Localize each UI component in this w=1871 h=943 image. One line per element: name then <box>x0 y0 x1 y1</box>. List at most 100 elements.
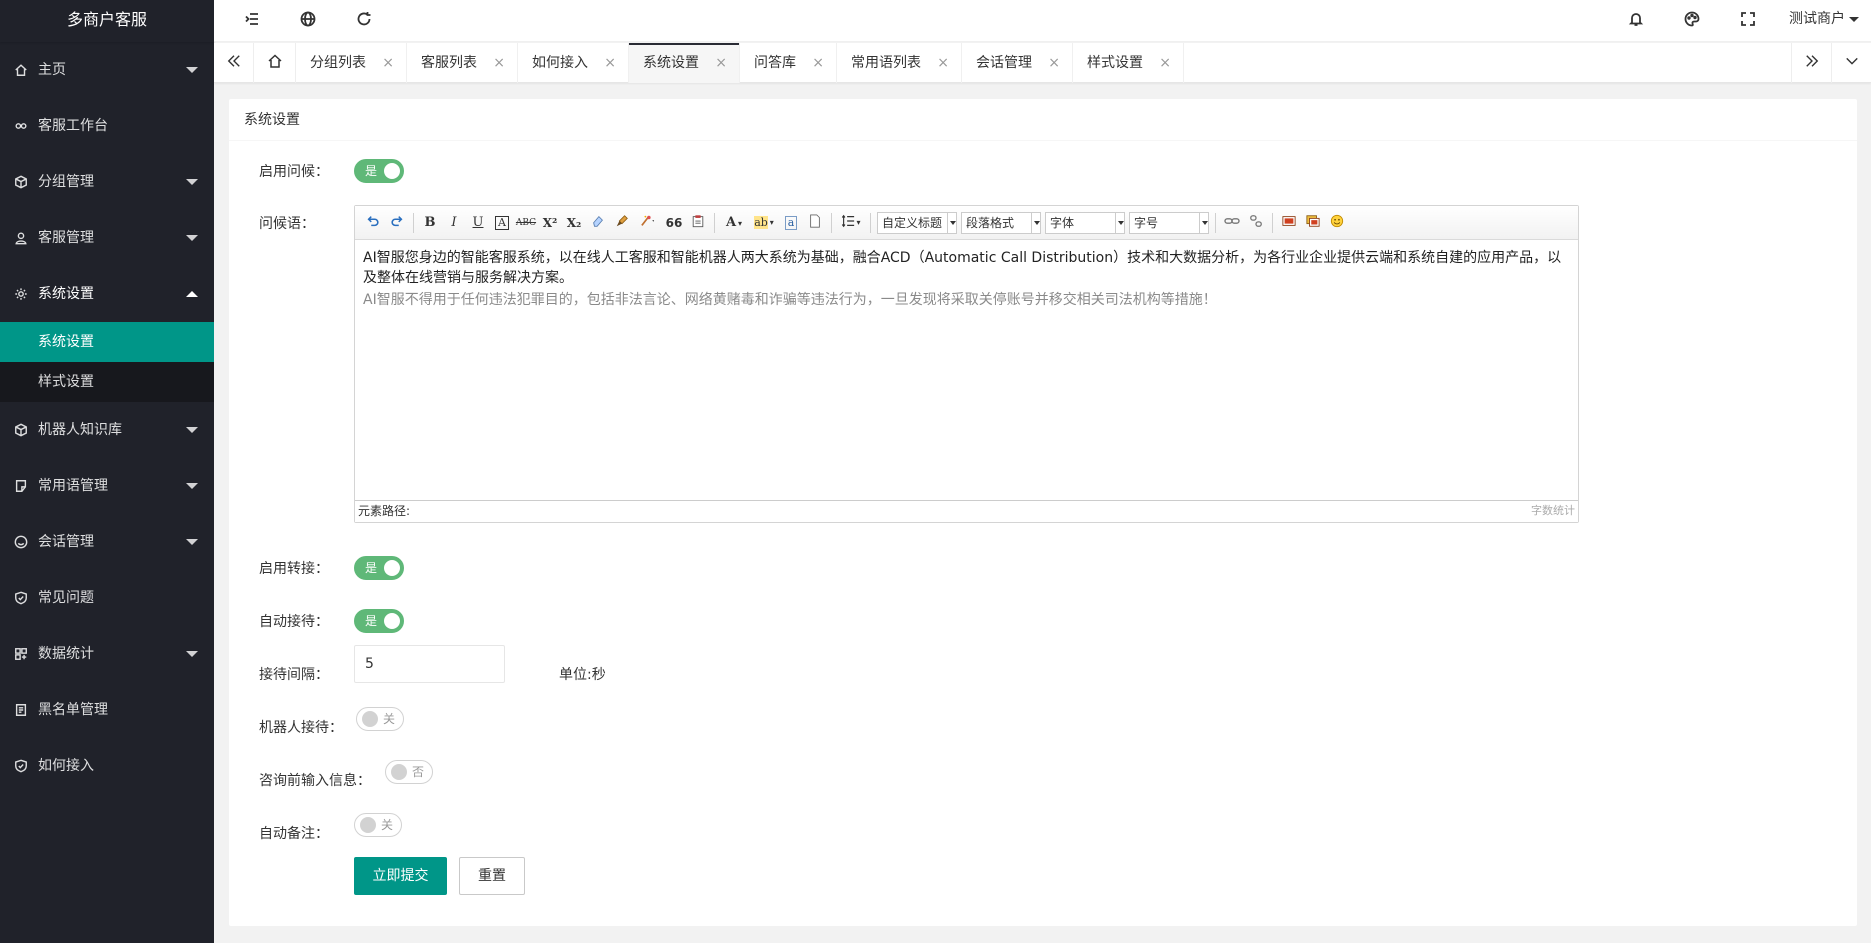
undo-button[interactable] <box>362 212 384 234</box>
eraser-icon <box>591 214 605 232</box>
tab-group-list[interactable]: 分组列表 × <box>296 43 407 83</box>
close-icon[interactable]: × <box>604 43 616 83</box>
pre-consult-info-label: 咨询前输入信息： <box>259 773 371 789</box>
paste-text-button[interactable] <box>687 212 709 234</box>
font-family-select[interactable]: 字体 <box>1045 211 1125 234</box>
tab-agent-list[interactable]: 客服列表 × <box>407 43 518 83</box>
submenu-item-style-settings[interactable]: 样式设置 <box>0 362 214 402</box>
user-menu[interactable]: 测试商户 <box>1779 0 1871 42</box>
strikethrough-button[interactable]: ABC <box>515 212 537 234</box>
transfer-enable-switch[interactable]: 是 <box>354 556 404 580</box>
sidebar-item-settings[interactable]: 系统设置 <box>0 266 214 322</box>
auto-note-label: 自动备注： <box>259 826 329 842</box>
close-icon[interactable]: × <box>493 43 505 83</box>
robot-reception-label: 机器人接待： <box>259 720 343 736</box>
sidebar-item-groups[interactable]: 分组管理 <box>0 154 214 210</box>
sidebar-item-phrases[interactable]: 常用语管理 <box>0 458 214 514</box>
sidebar-item-blacklist[interactable]: 黑名单管理 <box>0 682 214 738</box>
superscript-button[interactable]: X² <box>539 212 561 234</box>
auto-typeset-button[interactable] <box>635 212 661 234</box>
subscript-button[interactable]: X₂ <box>563 212 585 234</box>
caret-down-icon: ▾ <box>769 218 774 227</box>
refresh-button[interactable] <box>342 0 386 42</box>
pre-consult-info-switch[interactable]: 否 <box>385 760 433 784</box>
auto-note-switch[interactable]: 关 <box>354 813 402 837</box>
underline-button[interactable]: U <box>467 212 489 234</box>
website-button[interactable] <box>286 0 330 42</box>
tab-qa-library[interactable]: 问答库 × <box>740 43 837 83</box>
greet-enable-switch[interactable]: 是 <box>354 159 404 183</box>
line-height-button[interactable]: ▾ <box>837 212 865 234</box>
tabs-dropdown-button[interactable] <box>1831 43 1871 83</box>
robot-reception-switch[interactable]: 关 <box>356 707 404 731</box>
interval-input[interactable]: 5 <box>354 645 505 683</box>
blockquote-button[interactable]: 66 <box>663 212 685 234</box>
sidebar-item-agents[interactable]: 客服管理 <box>0 210 214 266</box>
format-painter-button[interactable] <box>611 212 633 234</box>
close-icon[interactable]: × <box>715 43 727 83</box>
redo-button[interactable] <box>386 212 408 234</box>
tab-system-settings[interactable]: 系统设置 × <box>629 43 740 83</box>
tab-session-manage[interactable]: 会话管理 × <box>962 43 1073 83</box>
italic-button[interactable]: I <box>443 212 465 234</box>
close-icon[interactable]: × <box>1159 43 1171 83</box>
tab-phrase-list[interactable]: 常用语列表 × <box>837 43 962 83</box>
emoticon-button[interactable] <box>1326 212 1348 234</box>
sidebar-menu: 主页 客服工作台 分组管理 客服管理 系统设置 <box>0 42 214 322</box>
paragraph-format-select[interactable]: 段落格式 <box>961 211 1041 234</box>
sidebar-item-home[interactable]: 主页 <box>0 42 214 98</box>
reset-button[interactable]: 重置 <box>459 857 525 895</box>
auto-type-button[interactable]: a <box>780 212 802 234</box>
close-icon[interactable]: × <box>812 43 824 83</box>
auto-reception-label: 自动接待： <box>259 614 329 630</box>
close-icon[interactable]: × <box>1048 43 1060 83</box>
tab-home[interactable] <box>254 43 296 83</box>
close-icon[interactable]: × <box>937 43 949 83</box>
tabs-scroll-right-button[interactable] <box>1791 43 1831 83</box>
sidebar-item-howto[interactable]: 如何接入 <box>0 738 214 794</box>
sidebar-item-label: 黑名单管理 <box>38 702 108 718</box>
chevron-up-icon <box>186 291 198 297</box>
tab-style-settings[interactable]: 样式设置 × <box>1073 43 1184 83</box>
tab-list: 分组列表 × 客服列表 × 如何接入 × 系统设置 × 问答库 × 常用语列表 × 会话管理… <box>296 43 1184 83</box>
link-button[interactable] <box>1221 212 1243 234</box>
tab-label: 分组列表 <box>310 55 366 71</box>
palette-icon <box>1684 11 1700 31</box>
tab-label: 会话管理 <box>976 55 1032 71</box>
user-icon <box>14 231 28 245</box>
fullscreen-button[interactable] <box>1726 0 1770 42</box>
editor-content[interactable]: AI智服您身边的智能客服系统，以在线人工客服和智能机器人两大系统为基础，融合AC… <box>355 240 1578 500</box>
font-size-select[interactable]: 字号 <box>1129 211 1209 234</box>
sidebar-item-robot-kb[interactable]: 机器人知识库 <box>0 402 214 458</box>
submenu-item-system-settings[interactable]: 系统设置 <box>0 322 214 362</box>
tab-label: 问答库 <box>754 55 796 71</box>
sidebar-item-faq[interactable]: 常见问题 <box>0 570 214 626</box>
notification-button[interactable] <box>1614 0 1658 42</box>
menu-toggle-button[interactable] <box>230 0 274 42</box>
submit-button[interactable]: 立即提交 <box>354 857 447 895</box>
font-border-button[interactable]: A <box>491 212 513 234</box>
eraser-button[interactable] <box>587 212 609 234</box>
sidebar-item-label: 常用语管理 <box>38 478 108 494</box>
insert-multi-image-button[interactable] <box>1302 212 1324 234</box>
page-break-button[interactable] <box>804 212 826 234</box>
font-border-text: A <box>495 215 509 230</box>
background-color-button[interactable]: ab ▾ <box>750 212 778 234</box>
bold-button[interactable]: B <box>419 212 441 234</box>
sidebar-item-stats[interactable]: 数据统计 <box>0 626 214 682</box>
auto-reception-switch[interactable]: 是 <box>354 609 404 633</box>
select-value: 字体 <box>1050 215 1075 230</box>
insert-image-button[interactable] <box>1278 212 1300 234</box>
smiley-icon <box>1330 214 1344 232</box>
font-color-button[interactable]: A ▾ <box>720 212 748 234</box>
unlink-button[interactable] <box>1245 212 1267 234</box>
sidebar-item-workbench[interactable]: 客服工作台 <box>0 98 214 154</box>
tab-howto[interactable]: 如何接入 × <box>518 43 629 83</box>
tabs-scroll-left-button[interactable] <box>214 43 254 83</box>
theme-button[interactable] <box>1670 0 1714 42</box>
sidebar-item-sessions[interactable]: 会话管理 <box>0 514 214 570</box>
close-icon[interactable]: × <box>382 43 394 83</box>
chevron-down-icon <box>186 235 198 241</box>
greet-enable-label: 启用问候： <box>259 164 329 180</box>
custom-heading-select[interactable]: 自定义标题 <box>877 211 957 234</box>
